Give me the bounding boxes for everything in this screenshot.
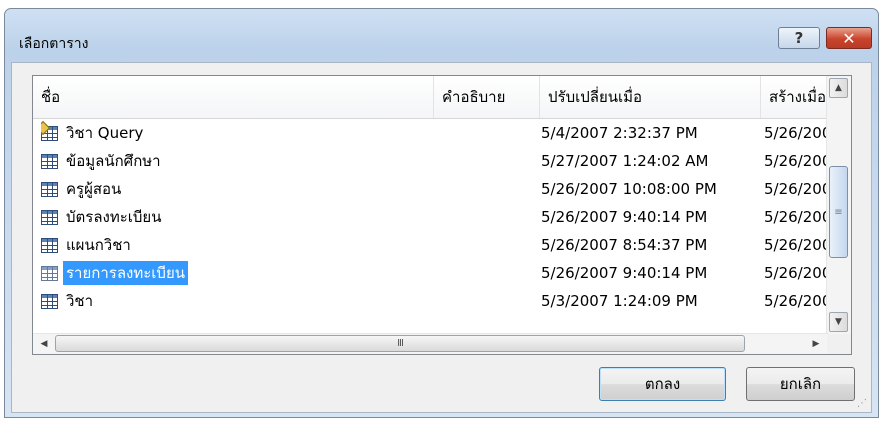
item-name: วิชา xyxy=(66,292,94,310)
table-icon xyxy=(41,209,58,225)
item-name: บัตรลงทะเบียน xyxy=(66,208,162,226)
scroll-down-icon[interactable]: ▼ xyxy=(829,312,848,332)
list-item-selected[interactable]: รายการลงทะเบียน 5/26/2007 9:40:14 PM 5/2… xyxy=(33,259,828,287)
item-modified: 5/26/2007 9:40:14 PM xyxy=(541,264,708,282)
table-icon xyxy=(41,181,58,197)
item-name: แผนกวิชา xyxy=(66,236,131,254)
scroll-right-icon[interactable]: ▶ xyxy=(807,335,825,352)
item-created: 5/26/200 xyxy=(764,292,826,310)
item-created: 5/26/200 xyxy=(764,180,826,198)
item-modified: 5/26/2007 9:40:14 PM xyxy=(541,208,708,226)
resize-grip-icon[interactable]: ⋰ xyxy=(857,398,869,410)
item-modified: 5/26/2007 8:54:37 PM xyxy=(541,236,708,254)
column-header-name[interactable]: ชื่อ xyxy=(33,76,433,118)
item-modified: 5/27/2007 1:24:02 AM xyxy=(541,152,709,170)
help-button[interactable]: ? xyxy=(778,27,820,49)
ok-button[interactable]: ตกลง xyxy=(599,367,726,401)
list-rows: วิชา Query 5/4/2007 2:32:37 PM 5/26/200 … xyxy=(33,119,828,335)
vertical-scrollbar[interactable]: ▲ ≡ ▼ xyxy=(826,76,851,336)
list-item[interactable]: แผนกวิชา 5/26/2007 8:54:37 PM 5/26/200 xyxy=(33,231,828,259)
list-item[interactable]: วิชา Query 5/4/2007 2:32:37 PM 5/26/200 xyxy=(33,119,828,147)
item-modified: 5/3/2007 1:24:09 PM xyxy=(541,292,698,310)
item-created: 5/26/200 xyxy=(764,208,826,226)
item-name: ครูผู้สอน xyxy=(66,180,122,198)
title-bar[interactable]: เลือกตาราง ? ✕ xyxy=(5,9,878,63)
item-name: รายการลงทะเบียน xyxy=(63,261,188,285)
horizontal-scroll-thumb[interactable]: III xyxy=(55,335,745,352)
item-created: 5/26/200 xyxy=(764,236,826,254)
item-name: ข้อมูลนักศึกษา xyxy=(66,152,161,170)
column-header-description[interactable]: คำอธิบาย xyxy=(434,76,539,118)
column-header-modified[interactable]: ปรับเปลี่ยนเมื่อ xyxy=(540,76,760,118)
scroll-left-icon[interactable]: ◀ xyxy=(35,335,53,352)
item-created: 5/26/200 xyxy=(764,124,826,142)
scroll-up-icon[interactable]: ▲ xyxy=(829,78,848,98)
horizontal-scrollbar[interactable]: ◀ III ▶ xyxy=(33,333,828,354)
list-item[interactable]: ข้อมูลนักศึกษา 5/27/2007 1:24:02 AM 5/26… xyxy=(33,147,828,175)
scrollbar-corner xyxy=(827,334,851,354)
column-header-created[interactable]: สร้างเมื่อ xyxy=(761,76,828,118)
item-name: วิชา Query xyxy=(66,124,144,142)
table-icon xyxy=(41,153,58,169)
table-list[interactable]: ชื่อ คำอธิบาย ปรับเปลี่ยนเมื่อ สร้างเมื่… xyxy=(32,75,852,355)
table-icon xyxy=(41,265,58,281)
list-item[interactable]: วิชา 5/3/2007 1:24:09 PM 5/26/200 xyxy=(33,287,828,315)
item-modified: 5/26/2007 10:08:00 PM xyxy=(541,180,717,198)
vertical-scroll-thumb[interactable]: ≡ xyxy=(829,166,848,258)
select-table-dialog: เลือกตาราง ? ✕ ชื่อ คำอธิบาย ปรับเปลี่ยน… xyxy=(4,8,879,418)
list-item[interactable]: บัตรลงทะเบียน 5/26/2007 9:40:14 PM 5/26/… xyxy=(33,203,828,231)
item-created: 5/26/200 xyxy=(764,152,826,170)
close-button[interactable]: ✕ xyxy=(826,27,872,49)
list-header: ชื่อ คำอธิบาย ปรับเปลี่ยนเมื่อ สร้างเมื่… xyxy=(33,76,828,119)
cancel-button[interactable]: ยกเลิก xyxy=(746,367,855,401)
dialog-title: เลือกตาราง xyxy=(19,36,89,52)
query-icon xyxy=(41,125,58,141)
table-icon xyxy=(41,237,58,253)
item-modified: 5/4/2007 2:32:37 PM xyxy=(541,124,698,142)
table-icon xyxy=(41,293,58,309)
list-item[interactable]: ครูผู้สอน 5/26/2007 10:08:00 PM 5/26/200 xyxy=(33,175,828,203)
item-created: 5/26/200 xyxy=(764,264,826,282)
dialog-client-area: ชื่อ คำอธิบาย ปรับเปลี่ยนเมื่อ สร้างเมื่… xyxy=(11,62,872,413)
